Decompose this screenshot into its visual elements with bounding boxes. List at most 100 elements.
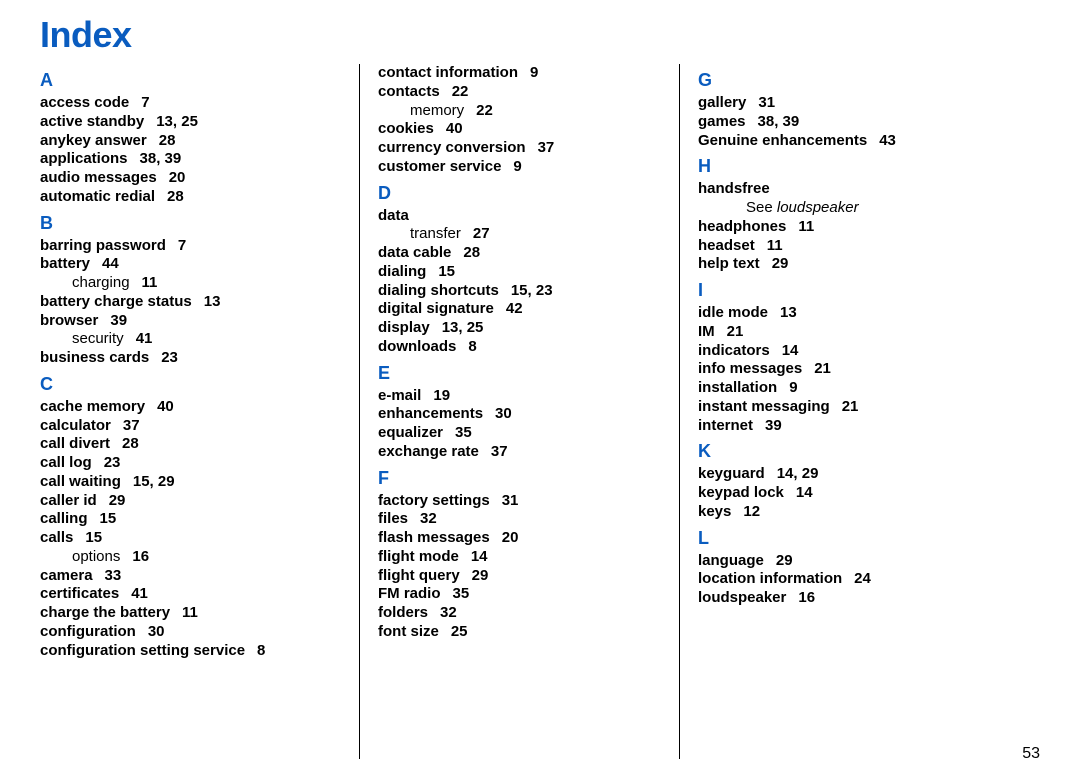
section-letter: K [698, 441, 1000, 462]
index-pages: 9 [530, 64, 538, 81]
index-entry: location information24 [698, 570, 1000, 589]
column-3: Ggallery31games38, 39Genuine enhancement… [680, 64, 1000, 759]
index-term: active standby [40, 113, 144, 130]
index-pages: 31 [502, 492, 519, 509]
index-term: enhancements [378, 405, 483, 422]
index-entry: contacts22 [378, 83, 661, 102]
index-entry: Genuine enhancements 43 [698, 132, 1000, 151]
index-entry: headphones11 [698, 218, 1000, 237]
index-term: handsfree [698, 180, 770, 197]
index-pages: 7 [178, 237, 186, 254]
index-pages: 11 [182, 604, 198, 621]
index-entry: files32 [378, 510, 661, 529]
index-entry: help text 29 [698, 255, 1000, 274]
index-pages: 9 [789, 379, 797, 396]
index-pages: 11 [767, 237, 783, 254]
index-entry: handsfree [698, 180, 1000, 199]
index-pages: 32 [420, 510, 437, 527]
index-entry: internet39 [698, 417, 1000, 436]
index-entry: exchange rate37 [378, 443, 661, 462]
index-entry: flash messages20 [378, 529, 661, 548]
index-term: flight query [378, 567, 460, 584]
index-entry: caller id29 [40, 492, 341, 511]
index-term: digital signature [378, 300, 494, 317]
index-term: cookies [378, 120, 434, 137]
index-pages: 29 [772, 255, 789, 272]
index-entry: active standby 13, 25 [40, 113, 341, 132]
index-term: access code [40, 94, 129, 111]
index-term: internet [698, 417, 753, 434]
see-prefix: See [746, 199, 777, 216]
index-pages: 8 [468, 338, 476, 355]
index-term: flight mode [378, 548, 459, 565]
index-subterm: options [72, 548, 120, 565]
index-term: Genuine enhancements [698, 132, 867, 149]
section-letter: A [40, 70, 341, 91]
index-term: help text [698, 255, 760, 272]
index-term: IM [698, 323, 715, 340]
index-pages: 8 [257, 642, 265, 659]
index-term: charge the battery [40, 604, 170, 621]
index-entry: folders32 [378, 604, 661, 623]
index-entry: keys 12 [698, 503, 1000, 522]
index-term: exchange rate [378, 443, 479, 460]
index-pages: 22 [476, 102, 493, 119]
index-pages: 12 [743, 503, 760, 520]
index-entry: dialing shortcuts15, 23 [378, 282, 661, 301]
index-subentry: transfer27 [378, 225, 661, 244]
index-pages: 40 [446, 120, 463, 137]
index-pages: 7 [141, 94, 149, 111]
index-pages: 43 [879, 132, 896, 149]
index-term: info messages [698, 360, 802, 377]
index-entry: dialing15 [378, 263, 661, 282]
index-term: headphones [698, 218, 786, 235]
index-entry: audio messages20 [40, 169, 341, 188]
index-term: data cable [378, 244, 451, 261]
index-term: data [378, 207, 409, 224]
index-pages: 25 [451, 623, 468, 640]
index-term: keys [698, 503, 731, 520]
index-entry: language29 [698, 552, 1000, 571]
index-entry: cookies 40 [378, 120, 661, 139]
index-pages: 15 [85, 529, 102, 546]
index-pages: 9 [513, 158, 521, 175]
index-pages: 21 [842, 398, 859, 415]
index-term: instant messaging [698, 398, 830, 415]
index-pages: 42 [506, 300, 523, 317]
index-term: automatic redial [40, 188, 155, 205]
index-entry: flight mode14 [378, 548, 661, 567]
index-term: indicators [698, 342, 770, 359]
index-entry: data cable28 [378, 244, 661, 263]
index-entry: barring password7 [40, 237, 341, 256]
index-pages: 15, 23 [511, 282, 553, 299]
index-subterm: security [72, 330, 124, 347]
section-letter: C [40, 374, 341, 395]
index-entry: applications38, 39 [40, 150, 341, 169]
index-subentry: memory 22 [378, 102, 661, 121]
page-title: Index [40, 14, 1040, 56]
index-term: FM radio [378, 585, 441, 602]
index-entry: camera33 [40, 567, 341, 586]
index-entry: battery charge status13 [40, 293, 341, 312]
index-pages: 13, 25 [156, 113, 198, 130]
index-term: browser [40, 312, 98, 329]
column-1: Aaccess code 7 active standby 13, 25 anykey … [40, 64, 360, 759]
index-entry: business cards23 [40, 349, 341, 368]
index-pages: 13 [204, 293, 221, 310]
index-pages: 14, 29 [777, 465, 819, 482]
index-entry: loudspeaker16 [698, 589, 1000, 608]
index-term: equalizer [378, 424, 443, 441]
index-term: flash messages [378, 529, 490, 546]
index-entry: IM21 [698, 323, 1000, 342]
see-target: loudspeaker [777, 199, 859, 216]
index-term: audio messages [40, 169, 157, 186]
index-term: call log [40, 454, 92, 471]
index-entry: info messages21 [698, 360, 1000, 379]
index-entry: calling15 [40, 510, 341, 529]
index-term: anykey answer [40, 132, 147, 149]
index-entry: battery44 [40, 255, 341, 274]
index-subterm: memory [410, 102, 464, 119]
index-entry: headset11 [698, 237, 1000, 256]
index-pages: 37 [123, 417, 140, 434]
index-term: display [378, 319, 430, 336]
